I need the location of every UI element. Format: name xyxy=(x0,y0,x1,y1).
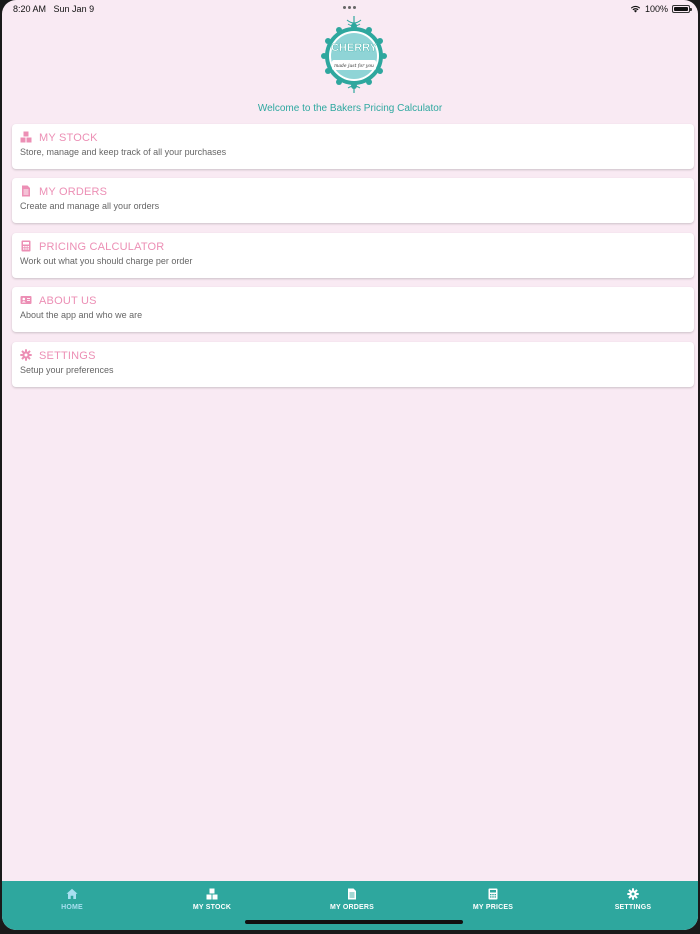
menu-item-my-stock[interactable]: MY STOCK Store, manage and keep track of… xyxy=(12,124,694,169)
main-menu: MY STOCK Store, manage and keep track of… xyxy=(12,124,694,396)
menu-item-settings[interactable]: SETTINGS Setup your preferences xyxy=(12,341,694,387)
tab-my-prices[interactable]: MY PRICES xyxy=(433,881,553,921)
menu-item-description: Setup your preferences xyxy=(20,364,114,375)
tab-settings[interactable]: SETTINGS xyxy=(573,881,693,921)
menu-item-description: Create and manage all your orders xyxy=(20,201,160,212)
document-icon xyxy=(348,888,356,900)
tab-label: MY PRICES xyxy=(472,904,514,911)
cherry-logo: CHERRY made just for you xyxy=(321,16,387,93)
bottom-tab-bar: HOME MY STOCK MY ORDERS MY PRICES SETTIN… xyxy=(2,881,698,930)
menu-item-description: About the app and who we are xyxy=(20,310,143,321)
menu-item-pricing-calculator[interactable]: PRICING CALCULATOR Work out what you sho… xyxy=(12,232,694,278)
tab-label: MY STOCK xyxy=(192,904,232,911)
id-card-icon xyxy=(20,296,32,305)
battery-icon xyxy=(672,5,692,13)
menu-item-description: Work out what you should charge per orde… xyxy=(20,255,193,266)
gear-icon xyxy=(627,888,639,900)
gear-icon xyxy=(20,348,32,361)
multitasking-dots-icon[interactable] xyxy=(343,6,356,9)
tab-my-stock[interactable]: MY STOCK xyxy=(152,881,272,921)
menu-item-about-us[interactable]: ABOUT US About the app and who we are xyxy=(12,287,694,333)
menu-item-title: MY ORDERS xyxy=(39,186,108,199)
app-screen: 8:20 AM Sun Jan 9 100% CHERRY made just … xyxy=(2,0,698,930)
tab-home[interactable]: HOME xyxy=(12,881,132,921)
tab-label: MY ORDERS xyxy=(329,904,375,911)
boxes-icon xyxy=(20,131,32,143)
home-icon xyxy=(66,888,78,899)
tab-my-orders[interactable]: MY ORDERS xyxy=(292,881,412,921)
welcome-message: Welcome to the Bakers Pricing Calculator xyxy=(257,103,443,114)
menu-item-title: ABOUT US xyxy=(39,295,97,308)
status-time: 8:20 AM xyxy=(13,4,47,14)
svg-text:CHERRY: CHERRY xyxy=(331,42,378,54)
home-indicator[interactable] xyxy=(245,920,463,924)
document-icon xyxy=(22,185,30,197)
menu-item-title: MY STOCK xyxy=(39,132,98,144)
battery-percent: 100% xyxy=(644,4,668,14)
calculator-icon xyxy=(21,240,31,252)
tab-label: SETTINGS xyxy=(614,904,652,911)
svg-text:made just for you: made just for you xyxy=(334,63,374,69)
menu-item-my-orders[interactable]: MY ORDERS Create and manage all your ord… xyxy=(12,178,694,224)
menu-item-title: PRICING CALCULATOR xyxy=(39,240,165,253)
menu-item-title: SETTINGS xyxy=(39,349,96,362)
status-date: Sun Jan 9 xyxy=(53,4,95,14)
status-indicators: 100% xyxy=(630,4,692,14)
boxes-icon xyxy=(206,888,218,900)
wifi-icon xyxy=(630,5,641,13)
status-time-date: 8:20 AM Sun Jan 9 xyxy=(13,4,94,14)
menu-item-description: Store, manage and keep track of all your… xyxy=(20,147,227,157)
calculator-icon xyxy=(488,888,498,900)
tab-label: HOME xyxy=(61,904,83,911)
